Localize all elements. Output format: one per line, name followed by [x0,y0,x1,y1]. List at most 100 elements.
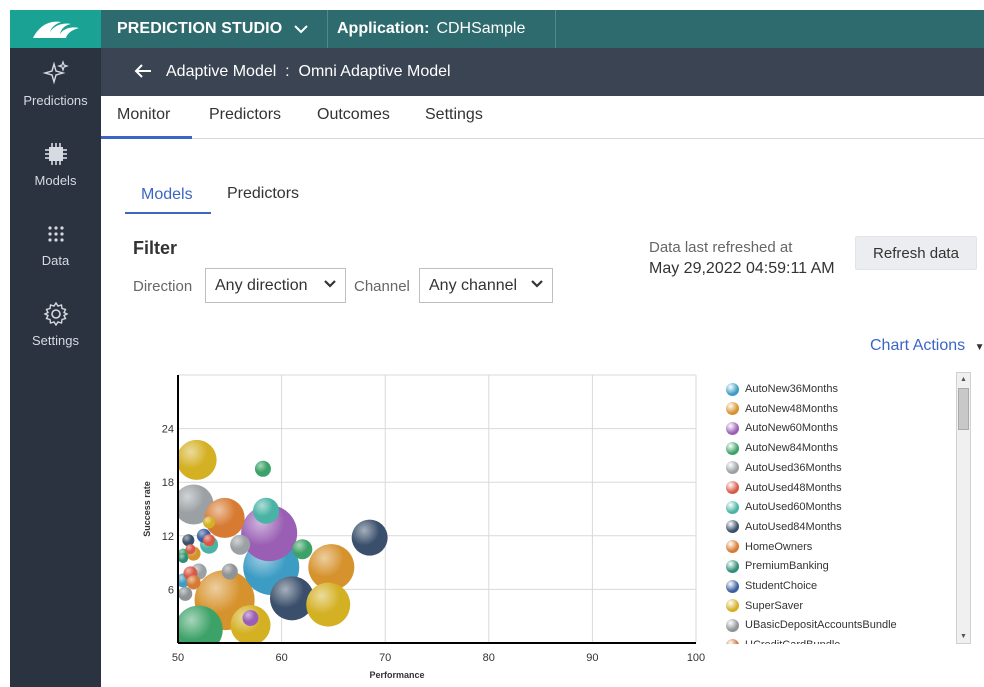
bubble-highlight [253,497,280,524]
legend-label: SuperSaver [745,599,804,612]
back-arrow-icon[interactable] [134,62,152,83]
legend-swatch [726,382,739,396]
scroll-up-icon[interactable]: ▲ [957,373,970,386]
direction-value: Any direction [215,276,308,294]
refresh-data-button[interactable]: Refresh data [855,236,977,270]
page-header: Adaptive Model : Omni Adaptive Model [101,48,984,96]
pega-logo[interactable] [10,10,101,48]
legend-label: AutoNew36Months [745,383,838,395]
x-tick-label: 80 [483,652,495,664]
legend-swatch [726,579,739,593]
application-indicator[interactable]: Application: CDHSample [337,10,525,48]
legend-item[interactable]: AutoNew48Months [726,400,838,418]
legend-swatch [726,599,739,613]
legend-label: AutoNew48Months [745,402,838,415]
legend-label: StudentChoice [745,580,818,592]
legend-item[interactable]: UBasicDepositAccountsBundle [726,616,897,634]
legend-item[interactable]: AutoNew84Months [726,439,838,457]
legend-label: AutoUsed48Months [745,481,842,494]
legend-scrollbar[interactable]: ▲ ▼ [956,372,971,644]
y-tick-label: 18 [162,477,174,489]
legend-swatch [726,520,739,534]
x-tick-label: 90 [586,652,598,664]
bubble-highlight [254,460,271,477]
legend-item[interactable]: HomeOwners [726,538,812,556]
legend-label: AutoNew60Months [745,422,838,435]
legend-item[interactable]: SuperSaver [726,597,803,615]
chart-actions-menu[interactable]: Chart Actions ▼ [870,337,984,355]
studio-title: PREDICTION STUDIO [117,20,283,37]
bubble-highlight [186,575,201,590]
channel-value: Any channel [429,276,518,294]
legend-item[interactable]: PremiumBanking [726,557,829,575]
legend-label: AutoUsed60Months [745,501,842,514]
chart-actions-label: Chart Actions [870,337,966,354]
scroll-down-icon[interactable]: ▼ [957,630,970,643]
nav-item-predictions[interactable]: Predictions [10,60,101,108]
direction-select[interactable]: Any direction [205,268,346,303]
divider [555,10,556,48]
legend-swatch [726,559,739,573]
page-title: Adaptive Model : Omni Adaptive Model [166,63,451,80]
legend-swatch [726,461,739,475]
legend-item[interactable]: AutoUsed36Months [726,459,842,477]
legend-item[interactable]: StudentChoice [726,577,817,595]
bubble-highlight [178,439,217,480]
y-tick-label: 24 [162,424,174,436]
legend-item[interactable]: AutoNew60Months [726,419,838,437]
bubble-highlight [306,582,351,627]
tab-outcomes[interactable]: Outcomes [317,96,390,139]
filter-title: Filter [133,238,178,258]
bubble-chart: 50 60 70 80 90 100 6 12 18 24 Performance Success r… [142,374,705,680]
bubbles-group [178,439,388,643]
tab-monitor[interactable]: Monitor [101,96,192,139]
legend-item[interactable]: UCreditCardBundle [726,636,840,644]
bubble-highlight [185,544,196,555]
top-bar: PREDICTION STUDIO Application: CDHSample [10,10,984,48]
scroll-thumb[interactable] [958,388,969,430]
nav-label: Models [34,173,77,188]
nav-item-models[interactable]: Models [10,140,101,188]
legend-label: AutoUsed36Months [745,461,842,474]
subtab-models[interactable]: Models [125,180,211,214]
legend-item[interactable]: AutoUsed48Months [726,479,842,497]
chevron-down-icon [531,280,543,288]
legend-item[interactable]: AutoUsed84Months [726,518,842,536]
studio-switcher[interactable]: PREDICTION STUDIO [117,10,308,48]
bubble-highlight [230,534,251,555]
chip-icon [44,143,67,165]
legend-swatch [726,421,739,435]
bubble-highlight [221,563,238,580]
subtab-predictors[interactable]: Predictors [227,180,299,214]
legend-swatch [726,500,739,514]
legend-item[interactable]: AutoNew36Months [726,380,838,398]
nav-item-data[interactable]: Data [10,220,101,268]
legend-label: AutoNew84Months [745,442,838,455]
legend-label: UCreditCardBundle [745,639,840,644]
channel-select[interactable]: Any channel [419,268,553,303]
refreshed-timestamp: May 29,2022 04:59:11 AM [649,260,835,277]
grid-dots-icon [47,226,64,242]
application-label: Application: [337,20,430,37]
tab-predictors[interactable]: Predictors [209,96,281,139]
legend-swatch [726,441,739,455]
chevron-down-icon [294,21,308,37]
bubble-highlight [292,539,313,560]
bubble-highlight [178,553,189,564]
bubble-highlight [203,516,216,529]
legend-label: UBasicDepositAccountsBundle [745,619,897,632]
y-axis-label: Success rate [142,481,152,537]
tab-settings[interactable]: Settings [425,96,483,139]
nav-label: Data [41,253,70,268]
legend-item[interactable]: AutoUsed60Months [726,498,842,516]
chevron-down-icon [324,280,336,288]
main-tabs: Monitor Predictors Outcomes Settings [101,96,984,139]
x-tick-label: 60 [275,652,287,664]
legend-label: PremiumBanking [745,560,829,573]
nav-item-settings[interactable]: Settings [10,300,101,348]
x-tick-label: 100 [687,652,705,664]
y-tick-label: 12 [162,531,174,543]
logo-icon [32,21,79,38]
x-tick-label: 70 [379,652,391,664]
bubble-highlight [203,534,216,547]
